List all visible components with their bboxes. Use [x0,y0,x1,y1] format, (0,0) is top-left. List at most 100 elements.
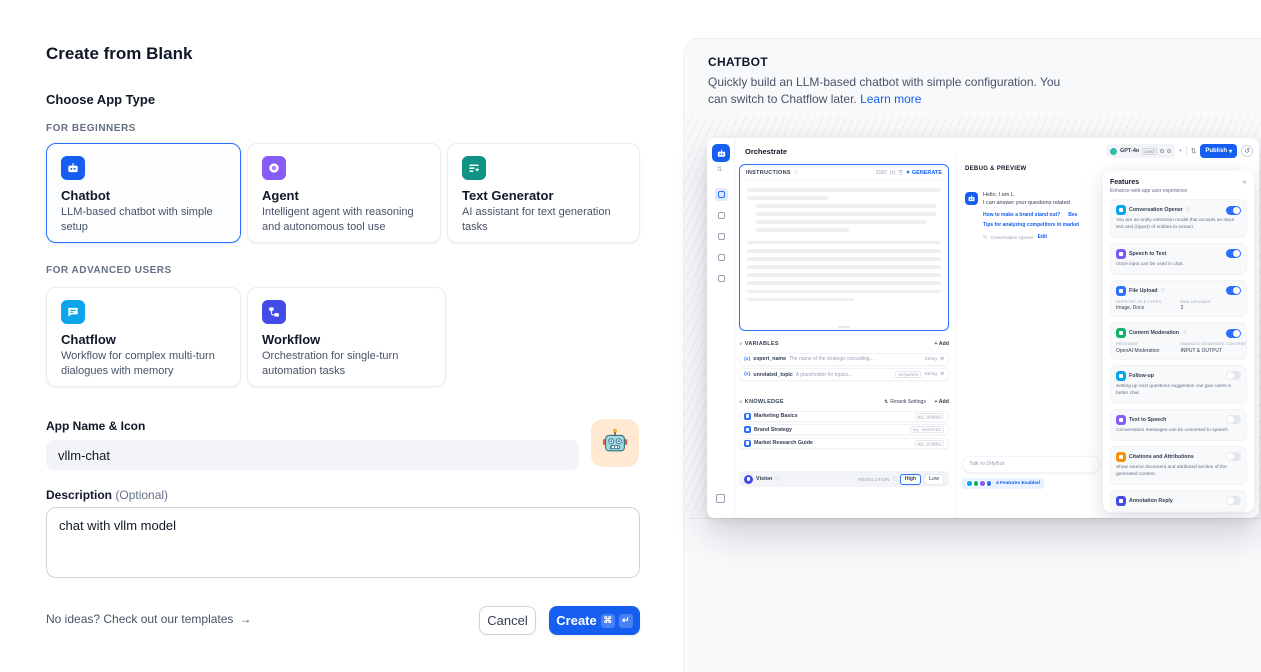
history-icon: ↺ [1241,145,1253,157]
create-app-modal: Create from Blank Choose App Type FOR BE… [0,0,1261,672]
model-option-icon [1160,149,1165,154]
conversation-opener-row: ⊙ Conversation Opener Edit [983,234,1105,240]
bot-avatar [965,192,978,205]
description-textarea[interactable]: chat with vllm model [46,507,640,578]
follow-up-icon [1116,371,1126,381]
debug-preview-heading: DEBUG & PREVIEW [965,166,1027,172]
file-upload-icon [1116,286,1126,296]
column-divider [955,156,956,518]
choose-app-type-label: Choose App Type [46,92,155,107]
content-moderation-icon [1116,328,1126,338]
variable-braces-icon: {x} [890,170,896,176]
add-variable-button: + Add [934,341,949,347]
text-to-speech-icon [1116,415,1126,425]
shot-switch-icon: ⇅ [717,166,722,173]
features-enabled-pill: 4 Features Enabled [962,478,1044,489]
model-mode-badge: CHAT [1142,148,1158,155]
feature-item: Annotation Reply [1110,490,1247,512]
info-icon: ⓘ [775,476,779,482]
chatflow-icon [61,300,85,324]
app-icon-picker[interactable] [591,419,639,467]
shot-app-icon [712,144,730,162]
copy-icon: ⎘ [899,170,903,176]
instructions-placeholder-text [740,181,948,313]
required-badge: REQUIRED [895,371,921,378]
feature-item: File Upload ⓘ SUPPORT FILE TYPES Image, … [1110,280,1247,318]
generate-button: ✦ GENERATE [906,170,942,176]
sparkle-icon: ✦ [906,170,911,176]
chevron-down-icon: ▾ [1179,148,1182,154]
group-advanced-label: FOR ADVANCED USERS [46,265,172,276]
toggle-off [1226,452,1241,461]
type-icon: ⊕ [940,357,944,362]
app-type-card-chatbot[interactable]: Chatbot LLM-based chatbot with simple se… [46,143,241,243]
group-beginners-label: FOR BEGINNERS [46,123,136,134]
shot-toolbar: GPT-4o CHAT ▾ ⇅ Publish ▾ ↺ [1106,144,1253,158]
document-icon [744,413,751,420]
toggle-on [1226,206,1241,215]
toggle-off [1226,415,1241,424]
shot-title: Orchestrate [745,147,787,156]
shot-sidebar: ⇅ [707,138,735,518]
chat-input: Talk to DifyBot [962,456,1100,473]
cancel-button[interactable]: Cancel [479,606,536,635]
speech-to-text-icon [1116,249,1126,259]
cmd-key-icon: ⌘ [601,614,615,628]
document-icon [744,440,751,447]
retrieval-badge: HQ · HYBRID [915,440,944,447]
opener-icon: ⊙ [983,234,987,240]
preview-panel-background: CHATBOT Quickly build an LLM-based chatb… [683,38,1261,672]
shot-features-panel: Features ✕ Enhance web-app user experien… [1103,171,1254,512]
resolution-high-button: High [900,474,921,485]
feature-item: Conversation Opener ⓘ You are an entity … [1110,199,1247,238]
app-type-desc: Workflow for complex multi-turn dialogue… [61,349,226,378]
app-name-input[interactable] [46,440,579,470]
app-type-desc: AI assistant for text generation tasks [462,205,625,234]
info-icon: ⓘ [893,476,897,482]
vision-eye-icon [744,475,753,484]
feature-item: Speech to Text Voice input can be used i… [1110,243,1247,275]
feature-item: Citations and Attributions Show source d… [1110,446,1247,485]
toggle-off [1226,371,1241,380]
create-form-pane: Create from Blank Choose App Type FOR BE… [0,0,683,672]
app-type-card-text-generator[interactable]: Text Generator AI assistant for text gen… [447,143,640,243]
app-type-name: Workflow [262,332,431,347]
knowledge-row: Brand Strategy HQ · INVERTED [739,424,949,435]
arrow-right-icon: → [239,612,251,626]
knowledge-row: Marketing Basics HQ · HYBRID [739,411,949,422]
preview-heading: CHATBOT [708,55,768,69]
shot-nav-icon [715,272,728,285]
app-type-card-chatflow[interactable]: Chatflow Workflow for complex multi-turn… [46,287,241,387]
feature-item: Follow-up Setting up next questions sugg… [1110,365,1247,404]
shot-model-selector: GPT-4o CHAT [1106,144,1175,158]
create-button[interactable]: Create ⌘ ↵ [549,606,640,635]
document-icon [744,426,751,433]
text-generator-icon [462,156,486,180]
agent-icon [262,156,286,180]
app-name-label: App Name & Icon [46,419,145,433]
app-type-desc: Orchestration for single-turn automation… [262,349,431,378]
page-title: Create from Blank [46,44,192,64]
app-preview-screenshot: ⇅ Orchestrate GPT-4o CHAT [707,138,1259,518]
description-label: Description (Optional) [46,488,168,502]
info-icon: ⓘ [1186,207,1190,213]
app-type-card-agent[interactable]: Agent Intelligent agent with reasoning a… [247,143,441,243]
app-type-card-workflow[interactable]: Workflow Orchestration for single-turn a… [247,287,446,387]
feature-dot-icon [966,480,973,487]
toggle-on [1226,329,1241,338]
app-type-name: Agent [262,188,426,203]
citations-icon [1116,452,1126,462]
edit-link: Edit [1038,234,1047,240]
suggestion-row: How to make a brand stand out? Bes [983,212,1105,218]
app-type-name: Chatbot [61,188,226,203]
gpt4o-model-icon [1110,148,1117,155]
preview-pane: CHATBOT Quickly build an LLM-based chatb… [683,0,1261,672]
learn-more-link[interactable]: Learn more [860,92,921,106]
variable-row: {x} expert_name The name of the strategi… [739,353,949,366]
model-option-icon [1167,149,1172,154]
shot-nav-orchestrate-icon [715,188,728,201]
shot-vision-row: Vision ⓘ RESOLUTION ⓘ High Low [739,471,949,487]
settings-sliders-icon: ⇅ [1191,147,1196,155]
templates-link[interactable]: No ideas? Check out our templates → [46,612,251,626]
shot-instructions-panel: INSTRUCTIONS ⓘ 2182 {x} ⎘ ✦ GENERATE [739,164,949,331]
